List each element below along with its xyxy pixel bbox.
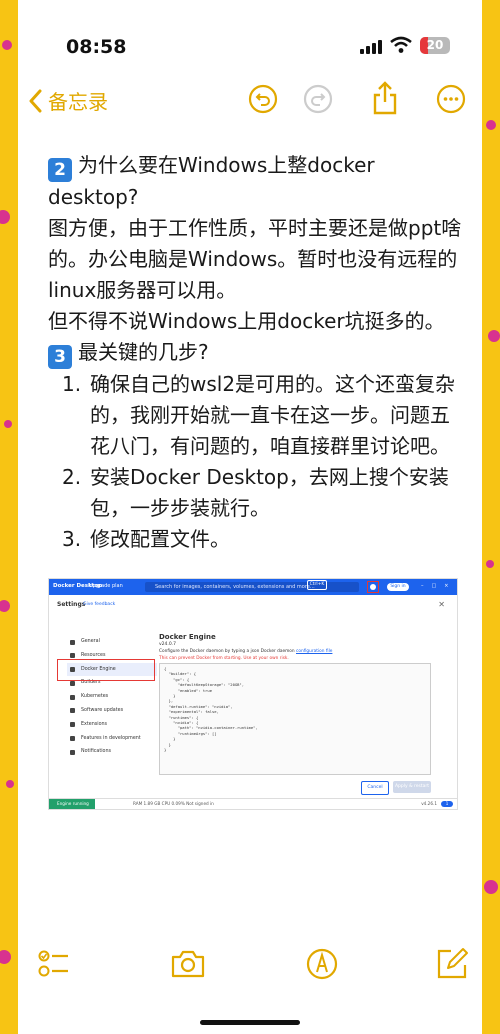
back-button[interactable]: 备忘录 [28,86,108,115]
list-item: 1. 确保自己的wsl2是可用的。这个还蛮复杂的，我刚开始就一直卡在这一步。问题五… [48,369,468,462]
docker-footer: Engine running RAM 1.89 GB CPU 0.09% Not… [49,798,457,809]
ctrl-k-badge: Ctrl+K [307,580,327,590]
list-number: 3. [62,527,82,551]
list-number: 2. [62,465,82,489]
share-icon[interactable] [370,80,400,116]
paragraph: 图方便，由于工作性质，平时主要还是做ppt啥的。办公电脑是Windows。暂时也… [48,216,462,302]
upgrade-link: Upgrade plan [89,583,123,589]
decor-dot [0,210,10,224]
list-text: 安装Docker Desktop，去网上搜个安装包，一步步装就行。 [90,465,449,520]
wifi-icon [390,36,412,53]
section-heading-text: 为什么要在Windows上整docker desktop? [48,153,375,209]
embedded-screenshot[interactable]: Docker Desktop Upgrade plan Search for i… [48,578,458,810]
notification-badge: 1 [441,801,453,807]
engine-warning: This can prevent Docker from starting. U… [159,656,289,661]
keycap-2: 2 [48,158,72,182]
sidebar-item: Features in development [67,732,157,746]
close-icon: ✕ [438,600,445,609]
section-heading-2: 2 为什么要在Windows上整docker desktop? [48,150,468,213]
decor-dot [6,780,14,788]
phone-screen: 08:58 20 备忘录 2 为什么要在Windows上整docker desk… [18,0,482,1034]
engine-desc-text: Configure the Docker daemon by typing a … [159,649,296,654]
cancel-button: Cancel [361,781,389,795]
list-number: 1. [62,372,82,396]
battery-icon: 20 [420,37,450,54]
decor-dot [0,600,10,612]
feedback-link: Give feedback [83,602,116,607]
chevron-left-icon [29,89,42,112]
nav-bar: 备忘录 [18,80,482,124]
settings-sidebar: General Resources Docker Engine Builders… [67,635,157,759]
resource-stats: RAM 1.89 GB CPU 0.09% Not signed in [133,801,214,806]
settings-title: Settings [57,601,86,608]
list-item: 3. 修改配置文件。 [48,524,468,555]
note-body[interactable]: 2 为什么要在Windows上整docker desktop? 图方便，由于工作性… [48,150,468,555]
gear-icon [367,581,379,593]
list-text: 确保自己的wsl2是可用的。这个还蛮复杂的，我刚开始就一直卡在这一步。问题五花八… [90,372,456,458]
status-time: 08:58 [66,36,127,58]
undo-icon[interactable] [248,84,278,114]
engine-desc: Configure the Docker daemon by typing a … [159,649,332,654]
config-link: configuration file [296,649,333,654]
status-bar: 08:58 20 [18,0,482,80]
engine-version: v24.0.7 [159,642,176,647]
camera-icon[interactable] [170,946,206,982]
highlight-box [57,659,155,681]
checklist-icon[interactable] [36,946,72,982]
json-editor: { "builder": { "gc": { "defaultKeepStora… [159,663,431,775]
window-controls: –□× [421,583,457,589]
more-icon[interactable] [436,84,466,114]
battery-level: 20 [426,38,444,52]
decor-dot [486,120,496,130]
signin-button: Sign in [387,583,409,591]
decor-dot [486,560,494,568]
section-heading-text: 最关键的几步? [78,340,209,364]
compose-icon[interactable] [434,946,470,982]
decor-dot [484,880,498,894]
back-label: 备忘录 [48,90,108,114]
steps-list: 1. 确保自己的wsl2是可用的。这个还蛮复杂的，我刚开始就一直卡在这一步。问题五… [48,369,468,555]
decor-dot [488,330,500,342]
keycap-3: 3 [48,345,72,369]
sidebar-item: Notifications [67,745,157,759]
sidebar-item: General [67,635,157,649]
docker-version: v4.26.1 [421,801,437,806]
apply-button: Apply & restart [393,781,431,793]
decor-dot [0,950,11,964]
docker-titlebar: Docker Desktop Upgrade plan Search for i… [49,579,457,595]
paragraph: 但不得不说Windows上用docker坑挺多的。 [48,309,445,333]
sidebar-item: Software updates [67,704,157,718]
sidebar-item: Kubernetes [67,690,157,704]
sidebar-item: Extensions [67,718,157,732]
bottom-toolbar [18,940,482,990]
engine-title: Docker Engine [159,633,216,641]
list-text: 修改配置文件。 [90,527,230,551]
list-item: 2. 安装Docker Desktop，去网上搜个安装包，一步步装就行。 [48,462,468,524]
engine-running-badge: Engine running [49,799,95,809]
redo-icon[interactable] [303,84,333,114]
markup-icon[interactable] [304,946,340,982]
decor-dot [2,40,12,50]
section-heading-3: 3 最关键的几步? [48,337,468,369]
home-indicator[interactable] [200,1020,300,1025]
signal-icon [360,40,384,54]
decor-dot [4,420,12,428]
